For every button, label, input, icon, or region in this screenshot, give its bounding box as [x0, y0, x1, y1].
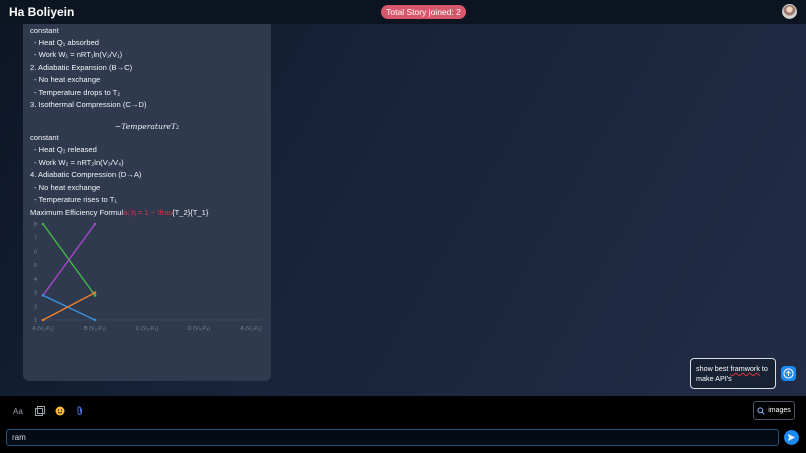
composer-area: Aa images [0, 396, 806, 453]
data-point [41, 294, 45, 297]
text-line: - Temperature rises to T₁ [34, 195, 117, 204]
app-title: Ha Boliyein [9, 5, 75, 19]
text-line: - Heat Q₁ absorbed [34, 38, 100, 47]
text-line: 2. Adiabatic Expansion (B→C) [30, 63, 133, 72]
images-label: images [768, 407, 791, 414]
arrow-up-circle-icon [783, 368, 794, 379]
x-tick-label: D (V₄,P₄) [188, 326, 211, 332]
y-tick-label: 8 [34, 222, 37, 228]
data-point [41, 318, 45, 322]
upload-button[interactable] [781, 366, 796, 381]
carnot-cycle-chart: 1 2 3 4 5 6 7 8 A (V₁,P₁) B (V₂,P₂) C (V₃,P₃) D (V₄… [32, 222, 263, 332]
story-count-badge[interactable]: Total Story joined: 2 [381, 5, 466, 19]
x-tick-label: A (V₁,P₁) [32, 326, 53, 332]
font-format-icon[interactable]: Aa [13, 407, 23, 416]
y-tick-label: 4 [34, 277, 37, 283]
y-tick-label: 1 [34, 318, 37, 324]
text-line: - No heat exchange [34, 183, 101, 192]
math-expression: −TemperatureT₂ [114, 122, 180, 131]
y-tick-label: 5 [34, 263, 37, 269]
chat-message-bubble[interactable]: show best framwork to make API's [690, 358, 776, 389]
data-point [93, 222, 97, 226]
text-line: constant [30, 26, 59, 35]
y-tick-label: 2 [34, 304, 37, 310]
y-tick-label: 3 [34, 291, 37, 297]
attachment-icon[interactable] [76, 406, 84, 418]
data-point [93, 294, 97, 297]
text-line: 3. Isothermal Compression (C→D) [30, 100, 147, 109]
chat-input[interactable] [6, 429, 779, 446]
text-line: constant [30, 133, 59, 142]
copy-icon[interactable] [35, 406, 45, 418]
data-point [93, 291, 97, 294]
x-tick-label: A (V₁,P₁) [240, 326, 261, 332]
ai-response-card: constant - Heat Q₁ absorbed - Work W₁ = … [23, 24, 271, 381]
send-icon [788, 434, 795, 441]
text-line: - Temperature drops to T₂ [34, 88, 121, 97]
x-tick-label: C (V₃,P₃) [136, 326, 159, 332]
bubble-text-start: show best [696, 364, 731, 373]
misspelled-word: framwork [730, 364, 760, 373]
top-bar: Ha Boliyein Total Story joined: 2 [0, 0, 806, 24]
y-tick-label: 6 [34, 249, 37, 255]
text-line: 4. Adiabatic Compression (D→A) [30, 170, 142, 179]
data-point [41, 222, 45, 226]
send-button[interactable] [784, 430, 799, 445]
data-point [93, 318, 97, 322]
images-button[interactable]: images [753, 401, 795, 420]
text-line: - No heat exchange [34, 75, 101, 84]
emoji-icon[interactable] [55, 406, 65, 418]
avatar[interactable] [782, 4, 797, 19]
text-line: - Work W₂ = nRT₂ln(V₃/V₄) [34, 158, 124, 167]
x-tick-label: B (V₂,P₂) [84, 326, 106, 332]
search-icon [757, 406, 765, 415]
y-tick-label: 7 [34, 236, 37, 242]
text-line: - Heat Q₂ released [34, 145, 97, 154]
text-line: - Work W₁ = nRT₁ln(V₂/V₁) [34, 50, 123, 59]
